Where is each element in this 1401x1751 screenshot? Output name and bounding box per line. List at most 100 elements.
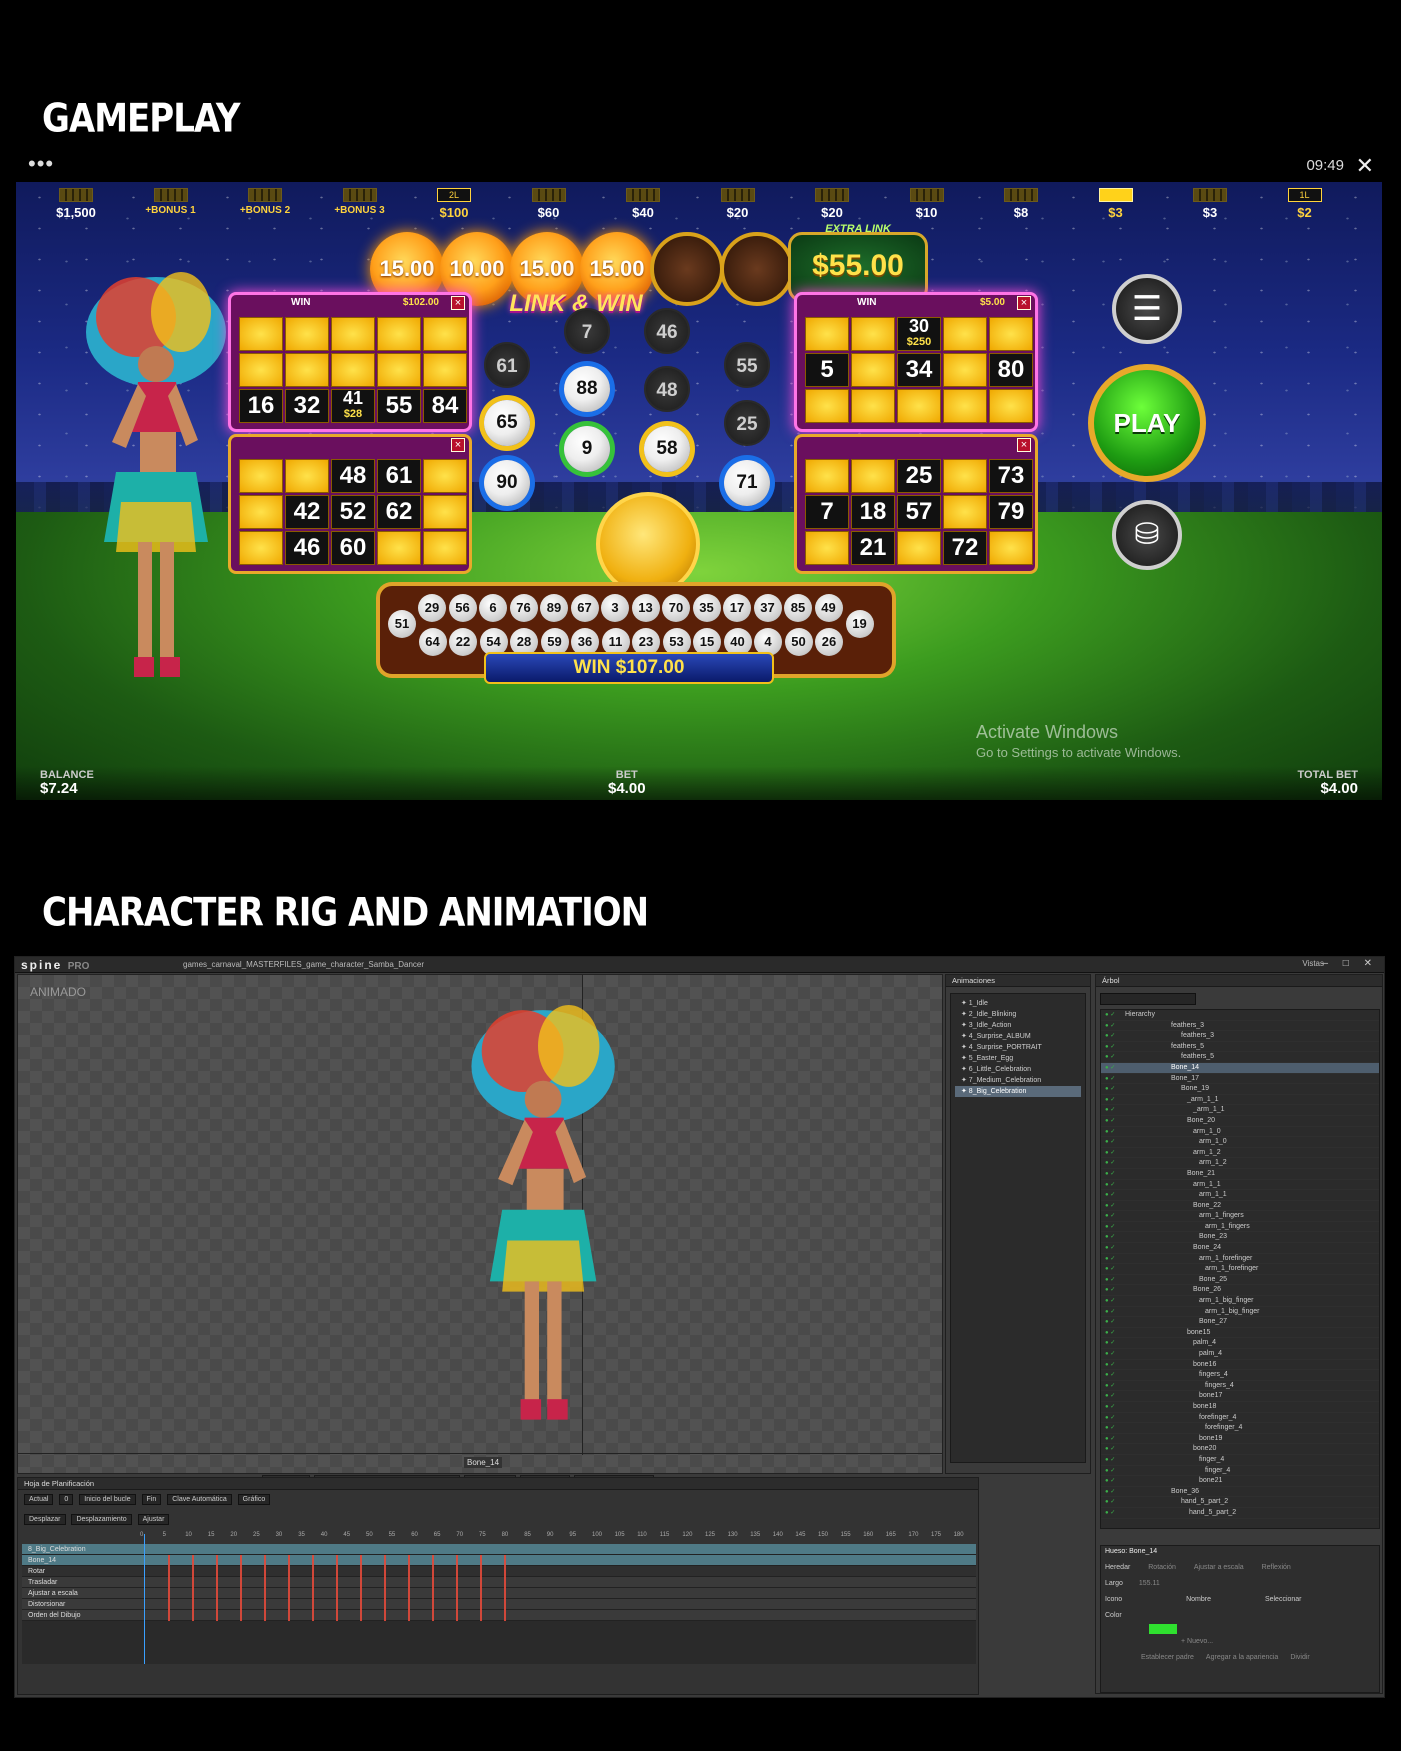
views-menu[interactable]: Vistas [1302,959,1324,968]
timeline-row[interactable]: Rotar [22,1566,976,1577]
tree-item[interactable]: arm_1_0 [1101,1127,1379,1138]
offset-button[interactable]: Desplazar [24,1514,66,1525]
current-frame-input[interactable]: 0 [59,1494,74,1505]
tree-item[interactable]: feathers_3 [1101,1021,1379,1032]
tree-item[interactable]: hand_5_part_2 [1101,1497,1379,1508]
tree-item[interactable]: bone19 [1101,1434,1379,1445]
close-icon[interactable]: × [451,438,465,452]
tree-item[interactable]: feathers_5 [1101,1052,1379,1063]
inherit-rotation[interactable]: Rotación [1148,1564,1176,1571]
tree-item[interactable]: arm_1_big_finger [1101,1296,1379,1307]
tree-item[interactable]: feathers_5 [1101,1042,1379,1053]
tree-item[interactable]: hand_5_part_2 [1101,1508,1379,1519]
timeline-ruler[interactable]: 0 5 10 15 20 25 30 35 40 45 50 55 60 65 70 75 80 85 90 95 10… [140,1532,970,1542]
timeline-row[interactable]: Distorsionar [22,1599,976,1610]
play-button[interactable]: PLAY [1088,364,1206,482]
tree-item[interactable]: arm_1_big_finger [1101,1307,1379,1318]
window-controls[interactable]: – □ ✕ [1322,958,1378,969]
timeline-playhead[interactable] [144,1534,145,1664]
tree-item[interactable]: palm_4 [1101,1338,1379,1349]
tree-item[interactable]: finger_4 [1101,1466,1379,1477]
timeline-row[interactable]: 8_Big_Celebration [22,1544,976,1555]
tree-item[interactable]: arm_1_1 [1101,1180,1379,1191]
tree-item[interactable]: Bone_19 [1101,1084,1379,1095]
tree-item[interactable]: bone20 [1101,1444,1379,1455]
name-checkbox[interactable]: Nombre [1186,1596,1211,1603]
length-field[interactable]: 155.11 [1139,1580,1160,1587]
tree-item[interactable]: forefinger_4 [1101,1413,1379,1424]
tree-root[interactable]: Hierarchy [1101,1010,1379,1021]
select-checkbox[interactable]: Seleccionar [1265,1596,1302,1603]
tree-item[interactable]: Bone_27 [1101,1317,1379,1328]
animation-item[interactable]: ✦ 2_Idle_Blinking [955,1009,1081,1020]
timeline-row[interactable]: Bone_14 [22,1555,976,1566]
tree-item[interactable]: arm_1_1 [1101,1190,1379,1201]
tree-item[interactable]: Bone_23 [1101,1232,1379,1244]
tree-item[interactable]: bone16 [1101,1360,1379,1371]
tree-item[interactable]: _arm_1_1 [1101,1105,1379,1116]
animation-item[interactable]: ✦ 6_Little_Celebration [955,1064,1081,1075]
graph-button[interactable]: Gráfico [237,1494,271,1505]
mode-label[interactable]: ANIMADO [30,985,86,999]
tree-item[interactable]: arm_1_forefinger [1101,1264,1379,1275]
tree-item[interactable]: Bone_26 [1101,1285,1379,1297]
tree-item[interactable]: _arm_1_1 [1101,1095,1379,1106]
tree-item[interactable]: arm_1_forefinger [1101,1254,1379,1265]
bet-display[interactable]: BET $4.00 [608,768,646,796]
auto-key-button[interactable]: Clave Automática [167,1494,232,1505]
inherit-scale[interactable]: Ajustar a escala [1194,1564,1244,1571]
keyframes[interactable] [146,1577,506,1588]
inherit-reflection[interactable]: Reflexión [1262,1564,1291,1571]
tree-item[interactable]: arm_1_2 [1101,1148,1379,1159]
shift-button[interactable]: Desplazamiento [71,1514,132,1525]
tree-item[interactable]: bone17 [1101,1391,1379,1402]
coin-stake-button[interactable]: ⛁ [1112,500,1182,570]
tree-item[interactable]: Bone_25 [1101,1275,1379,1286]
tree-item[interactable]: Bone_17 [1101,1074,1379,1085]
animation-item[interactable]: ✦ 8_Big_Celebration [955,1086,1081,1097]
keyframes[interactable] [146,1610,506,1621]
timeline-row[interactable]: Orden del Dibujo [22,1610,976,1621]
tree-item[interactable]: Bone_24 [1101,1243,1379,1254]
tree-item[interactable]: finger_4 [1101,1455,1379,1466]
keyframes[interactable] [146,1599,506,1610]
tree-item[interactable]: arm_1_fingers [1101,1222,1379,1233]
animation-item[interactable]: ✦ 4_Surprise_PORTRAIT [955,1042,1081,1053]
tree-item[interactable]: palm_4 [1101,1349,1379,1360]
tree-item[interactable]: forefinger_4 [1101,1423,1379,1434]
keyframes[interactable] [146,1588,506,1599]
animation-item[interactable]: ✦ 5_Easter_Egg [955,1053,1081,1064]
keyframes[interactable] [146,1555,506,1566]
new-button[interactable]: + Nuevo... [1181,1638,1213,1650]
tree-item[interactable]: Bone_14 [1101,1062,1379,1074]
bone-color-swatch[interactable] [1149,1624,1177,1634]
animation-item[interactable]: ✦ 1_Idle [955,998,1081,1009]
bone-footer-button[interactable]: Agregar a la apariencia [1206,1654,1278,1661]
close-icon[interactable]: × [451,296,465,310]
tree-item[interactable]: Bone_21 [1101,1169,1379,1180]
tree-item[interactable]: bone21 [1101,1476,1379,1487]
animation-item[interactable]: ✦ 7_Medium_Celebration [955,1075,1081,1086]
tree-item[interactable]: bone15 [1101,1328,1379,1339]
tree-item[interactable]: fingers_4 [1101,1381,1379,1392]
animation-item[interactable]: ✦ 3_Idle_Action [955,1020,1081,1031]
timeline-row[interactable]: Ajustar a escala [22,1588,976,1599]
animation-item[interactable]: ✦ 4_Surprise_ALBUM [955,1031,1081,1042]
close-icon[interactable]: × [1017,438,1031,452]
tree-item[interactable]: fingers_4 [1101,1370,1379,1381]
keyframes[interactable] [146,1566,506,1577]
tree-item[interactable]: feathers_3 [1101,1031,1379,1042]
menu-button[interactable]: ☰ [1112,274,1182,344]
bone-footer-button[interactable]: Establecer padre [1141,1654,1194,1661]
tree-item[interactable]: arm_1_2 [1101,1158,1379,1169]
tree-item[interactable]: Bone_20 [1101,1116,1379,1127]
tree-item[interactable]: Bone_22 [1101,1201,1379,1212]
rigged-character[interactable] [458,1005,618,1435]
loop-end-input[interactable]: Fin [141,1494,162,1505]
adjust-button[interactable]: Ajustar [137,1514,170,1525]
bone-footer-button[interactable]: Dividir [1290,1654,1309,1661]
more-options-icon[interactable]: ••• [28,153,54,175]
editor-viewport[interactable]: ANIMADO Bone_14 PosturaP [17,974,943,1524]
tree-search-input[interactable] [1100,993,1196,1005]
tree-item[interactable]: bone18 [1101,1402,1379,1413]
